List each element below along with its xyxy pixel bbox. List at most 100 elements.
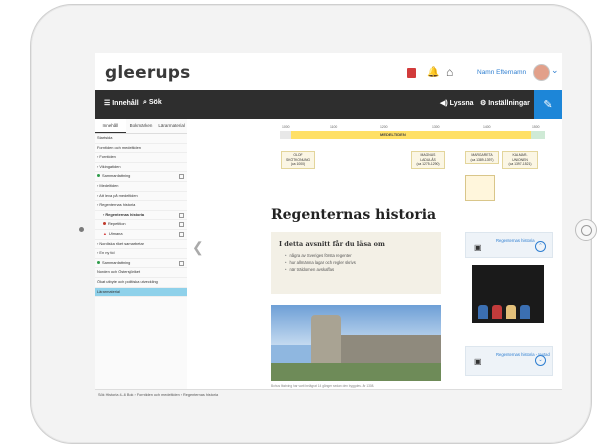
list-item: några av Sveriges första regenter <box>285 252 356 259</box>
expand-icon[interactable]: ⌄ <box>535 355 546 366</box>
top-bar: gleerups 🔔 ⌂ Namn Efternamn ⌄ <box>95 53 562 91</box>
video-card[interactable]: ▣ Regenternas historia ⌃ <box>465 232 553 258</box>
sidebar-item-summary[interactable]: Sammanfattning <box>95 172 187 182</box>
timeline-tick: 1400 <box>483 125 491 129</box>
main-content: ❮ MEDELTIDEN 1000 1100 1200 1300 1400 15… <box>187 119 562 389</box>
person-years: (ca 1389-1397) <box>470 157 494 162</box>
video-title[interactable]: Regenternas historia <box>496 238 535 244</box>
sidebar-item-norden[interactable]: Norden och Östersjöriket <box>95 268 187 278</box>
chevron-left-icon[interactable]: ❮ <box>192 239 204 256</box>
listen-label: Lyssna <box>449 100 474 107</box>
avatar[interactable] <box>533 64 550 81</box>
contents-label: Innehåll <box>112 100 139 107</box>
timeline-tick: 1000 <box>282 125 290 129</box>
sidebar-item-teacher[interactable]: Lärarmaterial <box>95 287 187 298</box>
home-button[interactable] <box>575 219 597 241</box>
timeline-person[interactable]: MARGARETA (ca 1389-1397) <box>465 151 499 165</box>
video-card[interactable]: ▣ Regenternas historia - textad ⌄ <box>465 346 553 376</box>
video-figure <box>492 305 502 319</box>
timeline-before <box>280 131 291 139</box>
user-name[interactable]: Namn Efternamn <box>477 69 526 76</box>
sidebar-item-chapter[interactable]: Forntiden och medeltiden <box>95 144 187 154</box>
panel-title: I detta avsnitt får du läsa om <box>279 240 385 248</box>
sidebar-item-start[interactable]: Startsida <box>95 134 187 144</box>
sidebar-item-label: Sammanfattning <box>102 259 131 265</box>
sidebar-item-label: › Regenternas historia <box>103 211 145 217</box>
person-years: (ca 1275-1290) <box>416 162 440 167</box>
listen-button[interactable]: ◀) Lyssna <box>440 99 474 107</box>
timeline: MEDELTIDEN 1000 1100 1200 1300 1400 1500 <box>280 125 545 139</box>
video-figure <box>520 305 530 319</box>
edit-button[interactable]: ✎ <box>534 90 562 119</box>
timeline-tick: 1500 <box>532 125 540 129</box>
person-name: KALMAR-UNIONEN <box>512 153 528 162</box>
video-figure <box>506 305 516 319</box>
checkbox-icon[interactable] <box>179 212 184 218</box>
camera-dot <box>79 227 84 232</box>
timeline-person[interactable]: OLOF SKÖTKONUNG (ca 1000) <box>281 151 315 169</box>
checkbox-icon[interactable] <box>179 222 184 228</box>
warning-icon: ▲ <box>103 230 107 236</box>
sidebar-item-prehistory[interactable]: › Forntiden <box>95 153 187 163</box>
sidebar-item-living[interactable]: › Att leva på medeltiden <box>95 192 187 202</box>
checkbox-icon[interactable] <box>179 231 184 237</box>
tab-teacher-material[interactable]: Lärarmaterial <box>156 119 187 133</box>
list-item: hur allmänna lagar och regler skrivs <box>285 259 355 266</box>
settings-button[interactable]: ⚙ Inställningar <box>480 99 530 107</box>
screen: gleerups 🔔 ⌂ Namn Efternamn ⌄ ☰ Innehåll… <box>95 53 562 402</box>
sidebar-item-viking[interactable]: › Vikingatiden <box>95 163 187 173</box>
home-icon[interactable]: ⌂ <box>446 65 453 79</box>
timeline-tick: 1300 <box>432 125 440 129</box>
checkbox-icon[interactable] <box>179 260 184 266</box>
castle-photo[interactable] <box>271 305 441 381</box>
settings-label: Inställningar <box>488 100 530 107</box>
person-years: (ca 1397-1521) <box>508 162 532 167</box>
page-title: Regenternas historia <box>271 207 437 223</box>
list-item: när träldomen avskaffas <box>285 266 356 273</box>
sidebar-item-challenge[interactable]: ▲ Utmana <box>95 230 187 240</box>
photo-caption: Bohus fästning har varit belägrat 14 gån… <box>271 384 375 388</box>
sidebar-item-new-time[interactable]: › En ny tid <box>95 249 187 259</box>
toolbar: ☰ Innehåll ⌕ Sök ◀) Lyssna ⚙ Inställning… <box>95 90 562 119</box>
sidebar-item-regents-current[interactable]: › Regenternas historia <box>95 211 187 221</box>
timeline-band-label: MEDELTIDEN <box>380 132 406 137</box>
bookmark-icon[interactable] <box>407 68 416 78</box>
sidebar-item-middle-ages[interactable]: › Medeltiden <box>95 182 187 192</box>
timeline-person[interactable]: KALMAR-UNIONEN (ca 1397-1521) <box>502 151 538 169</box>
collapse-icon[interactable]: ⌃ <box>535 241 546 252</box>
search-label: Sök <box>148 99 162 106</box>
sidebar-item-regents[interactable]: › Regenternas historia <box>95 201 187 211</box>
film-icon: ▣ <box>474 357 482 366</box>
person-name: MARGARETA <box>471 153 493 157</box>
timeline-after <box>531 131 545 139</box>
timeline-tick: 1200 <box>380 125 388 129</box>
sidebar-item-nordic[interactable]: › Nordiska riket samarbetar <box>95 240 187 250</box>
breadcrumb[interactable]: Sök Historia 4–6 Bok › Forntiden och med… <box>98 393 218 397</box>
timeline-person[interactable]: MAGNUS LADULÅS (ca 1275-1290) <box>411 151 445 169</box>
video-player[interactable] <box>472 265 544 323</box>
search-button[interactable]: ⌕ Sök <box>143 99 162 107</box>
film-icon: ▣ <box>474 243 482 252</box>
sidebar-item-summary-2[interactable]: Sammanfattning <box>95 259 187 269</box>
bell-icon[interactable]: 🔔 <box>427 67 439 78</box>
chevron-down-icon[interactable]: ⌄ <box>551 65 559 76</box>
intro-panel: I detta avsnitt får du läsa om några av … <box>271 232 441 294</box>
margareta-portrait[interactable] <box>465 175 495 201</box>
sidebar-tabs: Innehåll Bokmärken Lärarmaterial <box>95 119 187 134</box>
tab-contents[interactable]: Innehåll <box>95 119 126 133</box>
app-logo[interactable]: gleerups <box>105 63 190 83</box>
footer: Sök Historia 4–6 Bok › Forntiden och med… <box>95 389 562 402</box>
video-figure <box>478 305 488 319</box>
contents-button[interactable]: ☰ Innehåll <box>104 99 139 107</box>
tab-bookmarks[interactable]: Bokmärken <box>126 119 157 133</box>
person-years: (ca 1000) <box>290 162 306 167</box>
sidebar-item-exchange[interactable]: Ökat utbyte och politiska utveckling <box>95 278 187 288</box>
checkbox-icon[interactable] <box>179 174 184 180</box>
ground <box>271 363 441 381</box>
person-name: MAGNUS LADULÅS <box>420 153 436 162</box>
sidebar-item-repetition[interactable]: Repetition <box>95 220 187 230</box>
panel-list: några av Sveriges första regenter hur al… <box>285 252 356 273</box>
green-dot-icon <box>97 260 100 264</box>
sidebar: Innehåll Bokmärken Lärarmaterial Startsi… <box>95 119 188 389</box>
timeline-tick: 1100 <box>330 125 338 129</box>
